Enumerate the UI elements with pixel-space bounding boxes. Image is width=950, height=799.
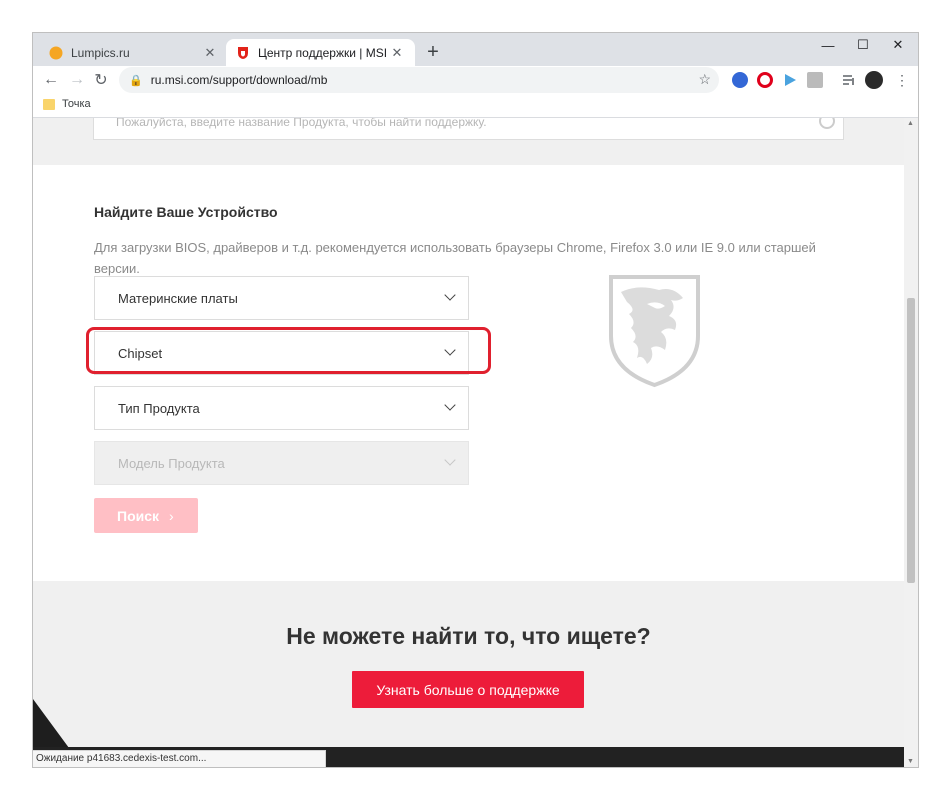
- profile-avatar[interactable]: [865, 71, 883, 89]
- back-button[interactable]: ←: [39, 68, 63, 92]
- select-value: Материнские платы: [118, 290, 238, 306]
- new-tab-button[interactable]: +: [421, 41, 445, 63]
- maximize-button[interactable]: ☐: [843, 33, 883, 57]
- tab-msi-support[interactable]: Центр поддержки | MSI Россия ✕: [226, 39, 415, 66]
- select-value: Тип Продукта: [118, 400, 200, 416]
- bookmark-item[interactable]: Точка: [43, 98, 91, 110]
- product-model-select: Модель Продукта: [94, 441, 469, 485]
- lock-icon: 🔒: [129, 74, 143, 87]
- browser-toolbar: ← → ↻ 🔒 ru.msi.com/support/download/mb ☆…: [33, 66, 918, 94]
- product-line-select[interactable]: Материнские платы: [94, 276, 469, 320]
- chevron-down-icon: [444, 289, 456, 301]
- lumpics-favicon-icon: [49, 46, 63, 59]
- learn-support-button[interactable]: Узнать больше о поддержке: [352, 671, 584, 708]
- msi-dragon-shield-logo: [609, 275, 700, 388]
- chevron-right-icon: ›: [169, 507, 174, 524]
- scrollbar-thumb[interactable]: [907, 298, 915, 583]
- bookmark-star-icon[interactable]: ☆: [698, 71, 711, 88]
- tab-title: Центр поддержки | MSI Россия: [258, 45, 389, 60]
- address-bar[interactable]: 🔒 ru.msi.com/support/download/mb ☆: [119, 67, 719, 93]
- search-button[interactable]: Поиск ›: [94, 498, 198, 533]
- playlist-icon[interactable]: [841, 72, 857, 88]
- select-value: Модель Продукта: [118, 455, 225, 471]
- product-search-band: Пожалуйста, введите название Продукта, ч…: [33, 118, 904, 165]
- tab-close-icon[interactable]: ✕: [202, 45, 218, 61]
- cant-find-title: Не можете найти то, что ищете?: [286, 623, 651, 649]
- find-device-section: Найдите Ваше Устройство Для загрузки BIO…: [33, 165, 904, 581]
- forward-button[interactable]: →: [65, 68, 89, 92]
- bookmarks-bar: Точка: [33, 94, 918, 118]
- play-extension-icon[interactable]: [782, 72, 798, 88]
- minimize-button[interactable]: —: [808, 33, 848, 57]
- bookmark-label: Точка: [62, 98, 91, 110]
- folder-icon: [43, 98, 55, 110]
- product-search-input[interactable]: Пожалуйста, введите название Продукта, ч…: [93, 118, 844, 140]
- chevron-down-icon: [444, 399, 456, 411]
- reload-button[interactable]: ↻: [89, 68, 113, 92]
- section-description: Для загрузки BIOS, драйверов и т.д. реко…: [94, 240, 816, 276]
- chevron-down-icon: [444, 454, 456, 466]
- vertical-scrollbar[interactable]: ▲ ▼: [904, 118, 918, 767]
- scroll-up-icon[interactable]: ▲: [907, 120, 914, 127]
- search-icon[interactable]: [819, 118, 835, 129]
- search-placeholder: Пожалуйста, введите название Продукта, ч…: [116, 118, 487, 129]
- product-type-select[interactable]: Тип Продукта: [94, 386, 469, 430]
- scroll-down-icon[interactable]: ▼: [907, 758, 914, 765]
- tab-lumpics[interactable]: Lumpics.ru ✕: [39, 39, 228, 66]
- opera-extension-icon[interactable]: [757, 72, 773, 88]
- section-title: Найдите Ваше Устройство: [94, 204, 278, 220]
- browser-window: Lumpics.ru ✕ Центр поддержки | MSI Росси…: [33, 33, 918, 767]
- address-url: ru.msi.com/support/download/mb: [150, 73, 328, 87]
- red-highlight-frame: [86, 327, 491, 374]
- tab-close-icon[interactable]: ✕: [389, 45, 405, 61]
- menu-kebab-icon[interactable]: ⋮: [890, 68, 914, 92]
- status-bar: Ожидание p41683.cedexis-test.com...: [33, 750, 326, 767]
- search-button-label: Поиск: [117, 507, 160, 524]
- tab-strip: Lumpics.ru ✕ Центр поддержки | MSI Росси…: [33, 33, 918, 66]
- msi-shield-favicon-icon: [238, 46, 248, 59]
- page-content: Пожалуйста, введите название Продукта, ч…: [33, 118, 904, 767]
- cant-find-section: Не можете найти то, что ищете? Узнать бо…: [33, 581, 904, 767]
- close-window-button[interactable]: ✕: [878, 33, 918, 57]
- globe-extension-icon[interactable]: [732, 72, 748, 88]
- gray-extension-icon[interactable]: [807, 72, 823, 88]
- tab-title: Lumpics.ru: [71, 45, 130, 60]
